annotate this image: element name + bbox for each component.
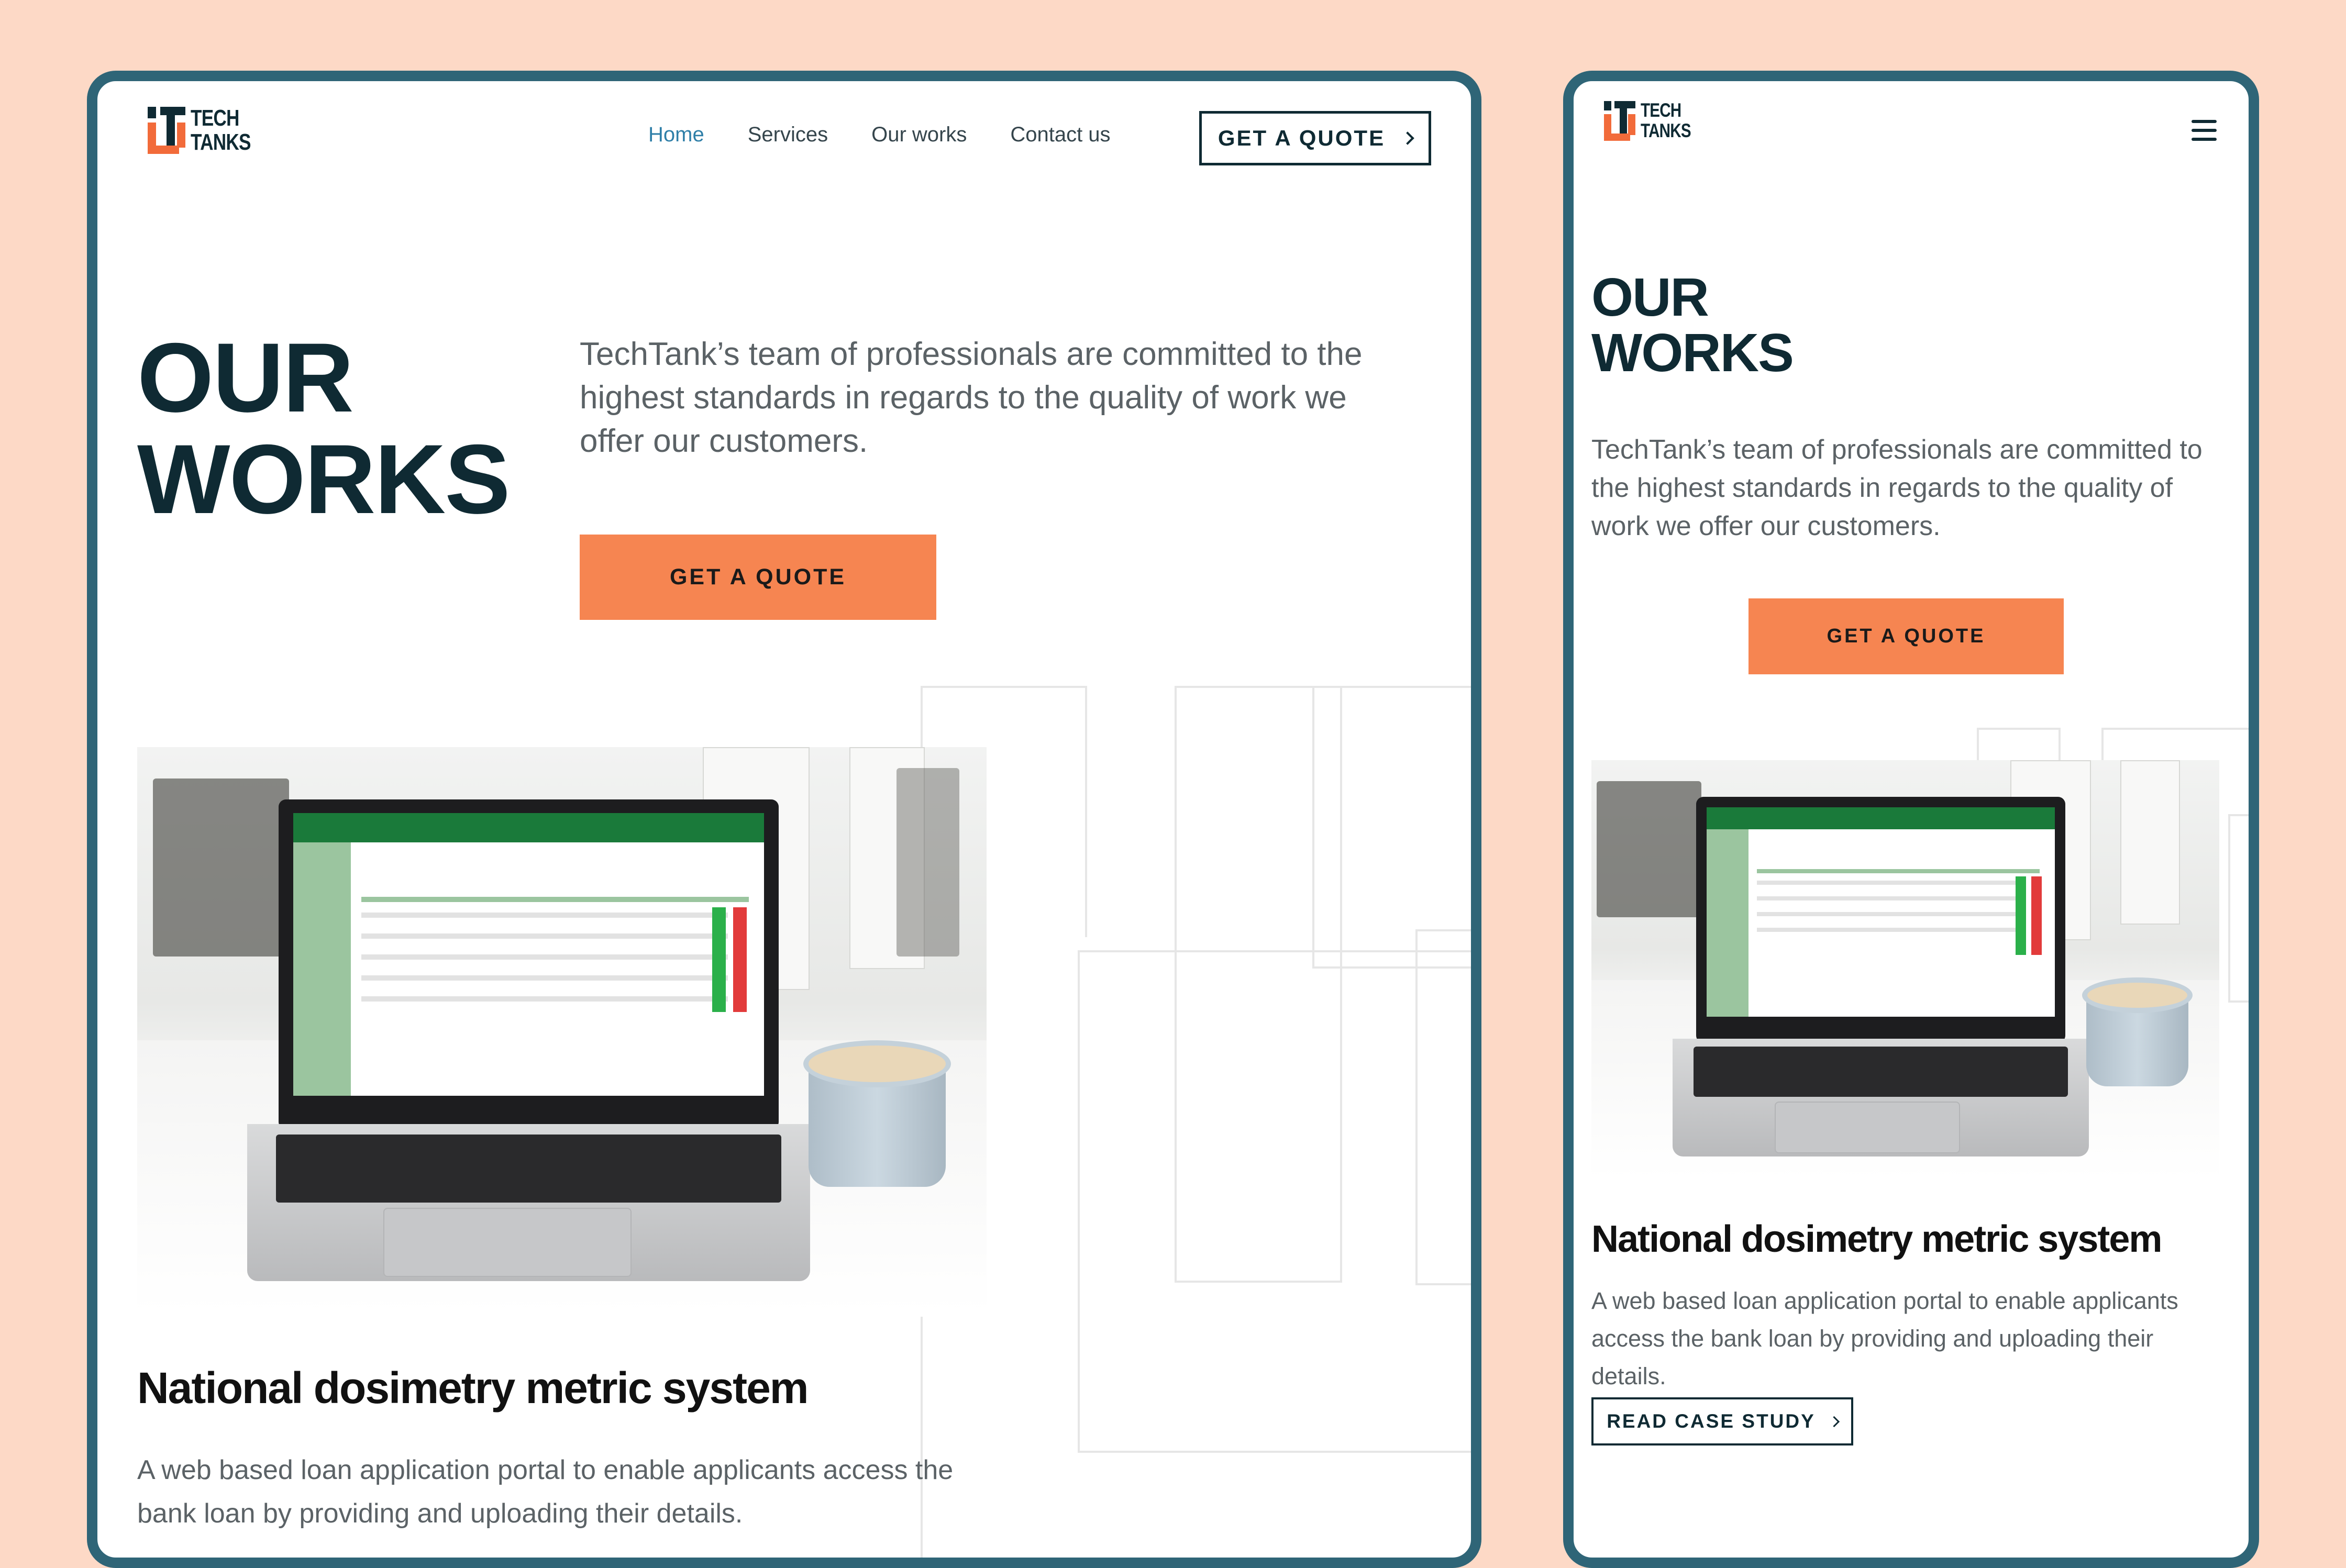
nav-contact-us[interactable]: Contact us	[1010, 123, 1110, 147]
logo-line2: TANKS	[1641, 119, 1691, 141]
chevron-right-icon	[1401, 131, 1414, 145]
title-line1: OUR	[137, 323, 354, 432]
nav-services[interactable]: Services	[748, 123, 828, 147]
logo-line1: TECH	[1641, 99, 1681, 121]
hero-description: TechTank’s team of professionals are com…	[1591, 435, 2203, 541]
logo[interactable]: TECH TANKS	[1604, 99, 1703, 141]
logo-line1: TECH	[191, 105, 239, 131]
get-a-quote-label: GET A QUOTE	[1218, 126, 1386, 150]
project-title: National dosimetry metric system	[137, 1363, 809, 1413]
get-a-quote-nav-button[interactable]: GET A QUOTE	[1199, 111, 1431, 165]
desktop-preview: TECH TANKS Home Services Our works Conta…	[87, 71, 1481, 1568]
decorative-outline	[1312, 686, 1471, 969]
project-title: National dosimetry metric system	[1591, 1218, 2162, 1260]
logo[interactable]: TECH TANKS	[148, 106, 265, 154]
title-line2: WORKS	[1591, 323, 1794, 383]
hamburger-menu-icon[interactable]	[2192, 120, 2217, 141]
title-line2: WORKS	[137, 424, 511, 534]
nav-our-works[interactable]: Our works	[871, 123, 967, 147]
page-title: OUR WORKS	[137, 323, 511, 534]
get-a-quote-hero-button[interactable]: GET A QUOTE	[580, 535, 936, 620]
nav-home[interactable]: Home	[648, 123, 704, 147]
project-photo	[137, 747, 987, 1314]
logo-line2: TANKS	[191, 129, 251, 155]
project-description: A web based loan application portal to e…	[1591, 1287, 2178, 1389]
page-title: OUR WORKS	[1591, 267, 1794, 383]
decorative-outline	[2228, 814, 2249, 1003]
read-case-study-button[interactable]: READ CASE STUDY	[1591, 1397, 1853, 1445]
hero-description: TechTank’s team of professionals are com…	[580, 336, 1363, 460]
decorative-outline	[1415, 929, 1471, 1285]
get-a-quote-hero-button[interactable]: GET A QUOTE	[1749, 598, 2064, 674]
techtanks-logo-icon	[1604, 101, 1635, 141]
chevron-right-icon	[1828, 1416, 1840, 1427]
title-line1: OUR	[1591, 267, 1709, 327]
project-description: A web based loan application portal to e…	[137, 1455, 954, 1529]
main-nav: Home Services Our works Contact us	[648, 123, 1111, 147]
project-photo	[1591, 760, 2219, 1179]
mobile-preview: TECH TANKS OUR WORKS TechTank’s team of …	[1563, 71, 2259, 1568]
techtanks-logo-icon	[148, 107, 185, 154]
read-case-study-label: READ CASE STUDY	[1607, 1410, 1816, 1432]
